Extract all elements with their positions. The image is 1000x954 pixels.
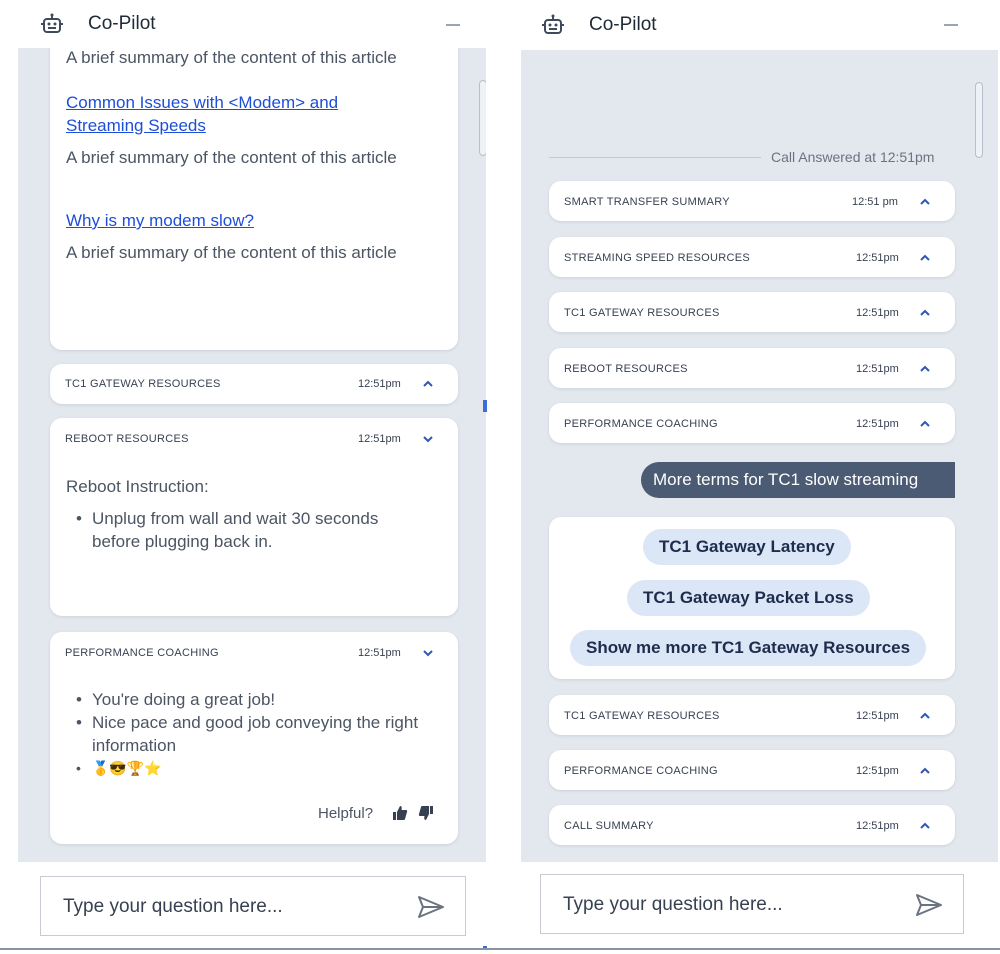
chevron-up-icon[interactable] [919,309,931,317]
panel-header: Co-Pilot [18,0,486,48]
input-area [18,862,486,948]
row-timestamp: 12:51pm [856,363,899,375]
suggestion-chip[interactable]: Show me more TC1 Gateway Resources [570,630,927,666]
resource-row-tc1-gateway[interactable]: TC1 GATEWAY RESOURCES 12:51pm [50,364,458,404]
bottom-divider [0,948,1000,950]
row-timestamp: 12:51pm [358,378,401,390]
question-input-box [540,874,964,935]
chevron-up-icon[interactable] [919,420,931,428]
resource-row-tc1-gateway[interactable]: TC1 GATEWAY RESOURCES 12:51pm [549,695,955,735]
conversation-feed[interactable]: A brief summary of the content of this a… [18,48,486,862]
resource-row-performance-coaching[interactable]: PERFORMANCE COACHING 12:51pm [549,750,955,790]
row-timestamp: 12:51pm [856,252,899,264]
article-summary: A brief summary of the content of this a… [66,148,397,167]
chevron-down-icon[interactable] [422,435,434,443]
copilot-panel-left: Co-Pilot A brief summary of the content … [18,0,486,948]
article-link[interactable]: Why is my modem slow? [66,209,396,232]
suggestion-chip[interactable]: TC1 Gateway Latency [643,529,851,565]
row-title: TC1 GATEWAY RESOURCES [65,378,221,390]
row-timestamp: 12:51pm [856,418,899,430]
minimize-button[interactable] [944,24,958,26]
chevron-up-icon[interactable] [422,380,434,388]
chevron-up-icon[interactable] [919,198,931,206]
row-timestamp: 12:51pm [856,307,899,319]
panel-header: Co-Pilot [521,0,998,50]
row-timestamp: 12:51pm [856,820,899,832]
helpful-label: Helpful? [318,805,374,822]
call-divider-line [549,157,761,158]
question-input[interactable] [561,875,895,935]
row-timestamp: 12:51 pm [852,196,898,208]
chevron-down-icon[interactable] [422,649,434,657]
performance-coaching-card: PERFORMANCE COACHING 12:51pm You're doin… [50,632,458,844]
list-item: Unplug from wall and wait 30 seconds bef… [66,507,426,553]
article-summary: A brief summary of the content of this a… [66,48,397,67]
card-timestamp: 12:51pm [358,647,401,659]
resource-row-tc1-gateway[interactable]: TC1 GATEWAY RESOURCES 12:51pm [549,292,955,332]
resource-row-performance-coaching[interactable]: PERFORMANCE COACHING 12:51pm [549,403,955,443]
suggestions-card: TC1 Gateway Latency TC1 Gateway Packet L… [549,517,955,679]
list-item: Nice pace and good job conveying the rig… [66,711,436,757]
resource-row-smart-transfer[interactable]: SMART TRANSFER SUMMARY 12:51 pm [549,181,955,221]
row-title: TC1 GATEWAY RESOURCES [564,710,720,722]
row-title: CALL SUMMARY [564,820,654,832]
send-icon[interactable] [417,895,445,919]
row-title: PERFORMANCE COACHING [564,418,718,430]
question-input[interactable] [61,877,395,937]
chevron-up-icon[interactable] [919,822,931,830]
resize-handle[interactable] [483,400,487,412]
reboot-resources-card: REBOOT RESOURCES 12:51pm Reboot Instruct… [50,418,458,616]
chevron-up-icon[interactable] [919,365,931,373]
chevron-up-icon[interactable] [919,254,931,262]
card-title: REBOOT RESOURCES [65,433,189,445]
article-summary: A brief summary of the content of this a… [66,243,397,262]
article-link[interactable]: Common Issues with <Modem> and Streaming… [66,91,396,137]
list-item: You're doing a great job! [66,688,436,711]
robot-icon [542,14,564,34]
resource-row-reboot[interactable]: REBOOT RESOURCES 12:51pm [549,348,955,388]
panel-title: Co-Pilot [88,13,156,34]
row-timestamp: 12:51pm [856,710,899,722]
coaching-list: You're doing a great job! Nice pace and … [66,688,436,780]
panel-title: Co-Pilot [589,14,657,35]
thumbs-up-icon[interactable] [392,805,408,821]
resource-row-streaming-speed[interactable]: STREAMING SPEED RESOURCES 12:51pm [549,237,955,277]
reboot-heading: Reboot Instruction: [66,477,209,496]
scrollbar-thumb[interactable] [479,80,486,156]
question-input-box [40,876,466,937]
row-title: SMART TRANSFER SUMMARY [564,196,730,208]
articles-card: A brief summary of the content of this a… [50,48,458,350]
conversation-feed[interactable]: Call Answered at 12:51pm SMART TRANSFER … [521,50,998,862]
row-title: REBOOT RESOURCES [564,363,688,375]
input-area [521,862,998,948]
minimize-button[interactable] [446,24,460,26]
copilot-panel-right: Co-Pilot Call Answered at 12:51pm SMART … [521,0,998,948]
call-answered-label: Call Answered at 12:51pm [771,149,935,165]
reboot-steps: Unplug from wall and wait 30 seconds bef… [66,507,426,553]
suggestion-chip[interactable]: TC1 Gateway Packet Loss [627,580,870,616]
robot-icon [41,13,63,33]
row-title: TC1 GATEWAY RESOURCES [564,307,720,319]
thumbs-down-icon[interactable] [418,805,434,821]
chevron-up-icon[interactable] [919,712,931,720]
user-message-bubble: More terms for TC1 slow streaming [641,462,955,498]
row-title: STREAMING SPEED RESOURCES [564,252,750,264]
row-title: PERFORMANCE COACHING [564,765,718,777]
emoji-list-item: 🥇😎🏆⭐ [66,757,436,780]
scrollbar-thumb[interactable] [975,82,983,158]
resource-row-call-summary[interactable]: CALL SUMMARY 12:51pm [549,805,955,845]
chevron-up-icon[interactable] [919,767,931,775]
card-timestamp: 12:51pm [358,433,401,445]
send-icon[interactable] [915,893,943,917]
row-timestamp: 12:51pm [856,765,899,777]
card-title: PERFORMANCE COACHING [65,647,219,659]
